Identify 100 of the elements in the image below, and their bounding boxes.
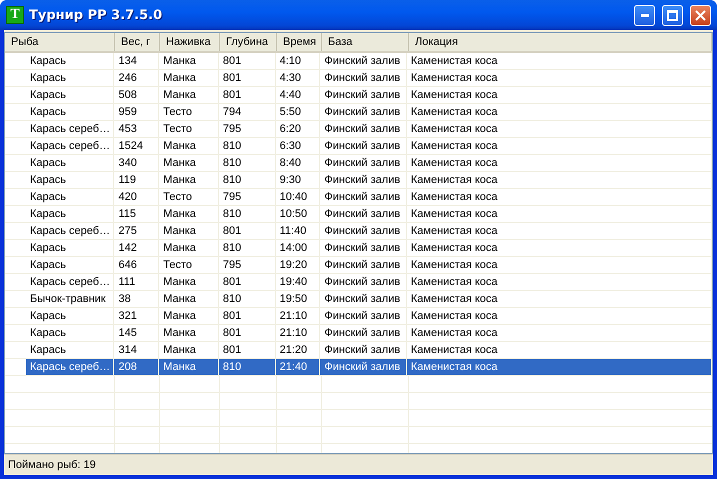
table-cell: Карась	[26, 206, 114, 222]
table-cell: Финский залив	[320, 240, 407, 256]
table-cell: 420	[114, 189, 160, 205]
table-cell: Манка	[159, 325, 219, 341]
table-cell: Каменистая коса	[406, 342, 712, 358]
table-cell: 19:50	[276, 291, 320, 307]
table-cell: Финский залив	[320, 325, 407, 341]
table-cell: 801	[218, 223, 276, 239]
table-cell: 275	[114, 223, 160, 239]
table-cell: Манка	[159, 223, 219, 239]
table-cell: 340	[114, 155, 160, 171]
column-header[interactable]: Наживка	[160, 33, 220, 51]
table-cell: 810	[218, 240, 276, 256]
table-cell: Тесто	[159, 189, 219, 205]
table-cell: 959	[114, 104, 160, 120]
table-cell: Манка	[159, 53, 219, 69]
table-cell: 21:20	[276, 342, 320, 358]
table-cell: 8:40	[276, 155, 320, 171]
table-cell: Финский залив	[320, 172, 407, 188]
table-cell: 795	[218, 257, 276, 273]
table-cell: 111	[114, 274, 160, 290]
table-cell: Каменистая коса	[406, 87, 712, 103]
table-cell: Каменистая коса	[406, 257, 712, 273]
table-cell: 6:30	[276, 138, 320, 154]
column-header[interactable]: База	[322, 33, 409, 51]
table-cell: 19:20	[276, 257, 320, 273]
minimize-button[interactable]	[634, 4, 655, 26]
table-cell: Манка	[159, 172, 219, 188]
table-cell: Финский залив	[320, 359, 407, 375]
column-header[interactable]: Вес, г	[115, 33, 160, 51]
table-cell: Каменистая коса	[406, 155, 712, 171]
table-cell: Карась	[26, 53, 114, 69]
table-cell: Каменистая коса	[406, 121, 712, 137]
table-cell: 5:50	[276, 104, 320, 120]
table-cell: Карась	[26, 70, 114, 86]
table-cell: Карась	[26, 87, 114, 103]
status-text: Поймано рыб: 19	[8, 459, 96, 471]
table-cell: Манка	[159, 87, 219, 103]
table-cell: Финский залив	[320, 206, 407, 222]
table-cell: 4:10	[276, 53, 320, 69]
column-header[interactable]: Время	[277, 33, 322, 51]
close-button[interactable]	[690, 4, 711, 26]
table-cell: Манка	[159, 206, 219, 222]
app-icon: T	[6, 6, 24, 24]
table-cell: 801	[218, 274, 276, 290]
table-cell: Бычок-травник	[26, 291, 114, 307]
table-cell: Тесто	[159, 257, 219, 273]
column-header[interactable]: Локация	[409, 33, 712, 51]
table-cell: 810	[218, 138, 276, 154]
table-cell: Манка	[159, 240, 219, 256]
table-cell: 795	[218, 189, 276, 205]
table-cell: Карась	[26, 308, 114, 324]
table-cell: 10:40	[276, 189, 320, 205]
table-cell: Манка	[159, 308, 219, 324]
table-cell: 646	[114, 257, 160, 273]
table-cell: 4:30	[276, 70, 320, 86]
table-cell: Карась	[26, 257, 114, 273]
table-cell: 14:00	[276, 240, 320, 256]
table-cell: Финский залив	[320, 70, 407, 86]
table-cell: 21:10	[276, 308, 320, 324]
maximize-icon	[667, 10, 678, 20]
table-cell: 145	[114, 325, 160, 341]
table-cell: Каменистая коса	[406, 53, 712, 69]
table-cell: 810	[218, 291, 276, 307]
table-cell: Манка	[159, 291, 219, 307]
table-cell: 314	[114, 342, 160, 358]
table-cell: Манка	[159, 342, 219, 358]
table-cell: Каменистая коса	[406, 172, 712, 188]
table-cell: Тесто	[159, 121, 219, 137]
table-cell: Манка	[159, 70, 219, 86]
table-cell: Каменистая коса	[406, 240, 712, 256]
table-cell: Карась сереб…	[26, 359, 114, 375]
close-icon	[695, 10, 706, 20]
table-cell: 19:40	[276, 274, 320, 290]
table-cell: Карась сереб…	[26, 138, 114, 154]
table-cell: Финский залив	[320, 138, 407, 154]
column-header[interactable]: Глубина	[220, 33, 277, 51]
table-cell: Карась сереб…	[26, 223, 114, 239]
column-header[interactable]: Рыба	[5, 33, 115, 51]
table-cell: 208	[114, 359, 160, 375]
table-cell: Манка	[159, 359, 219, 375]
table-cell: 508	[114, 87, 160, 103]
table-cell: Каменистая коса	[406, 291, 712, 307]
table-cell: 119	[114, 172, 160, 188]
table-cell: 142	[114, 240, 160, 256]
table-cell: Финский залив	[320, 308, 407, 324]
table-cell: Карась	[26, 240, 114, 256]
table-cell: 6:20	[276, 121, 320, 137]
table-cell: Манка	[159, 138, 219, 154]
table-cell: Карась	[26, 155, 114, 171]
maximize-button[interactable]	[662, 4, 683, 26]
table-cell: Финский залив	[320, 189, 407, 205]
table-cell: 21:10	[276, 325, 320, 341]
table-cell: Финский залив	[320, 291, 407, 307]
table-cell: Карась сереб…	[26, 121, 114, 137]
table-cell: 134	[114, 53, 160, 69]
table-cell: Каменистая коса	[406, 206, 712, 222]
table-cell: 38	[114, 291, 160, 307]
table-cell: 801	[218, 308, 276, 324]
table-cell: Финский залив	[320, 257, 407, 273]
